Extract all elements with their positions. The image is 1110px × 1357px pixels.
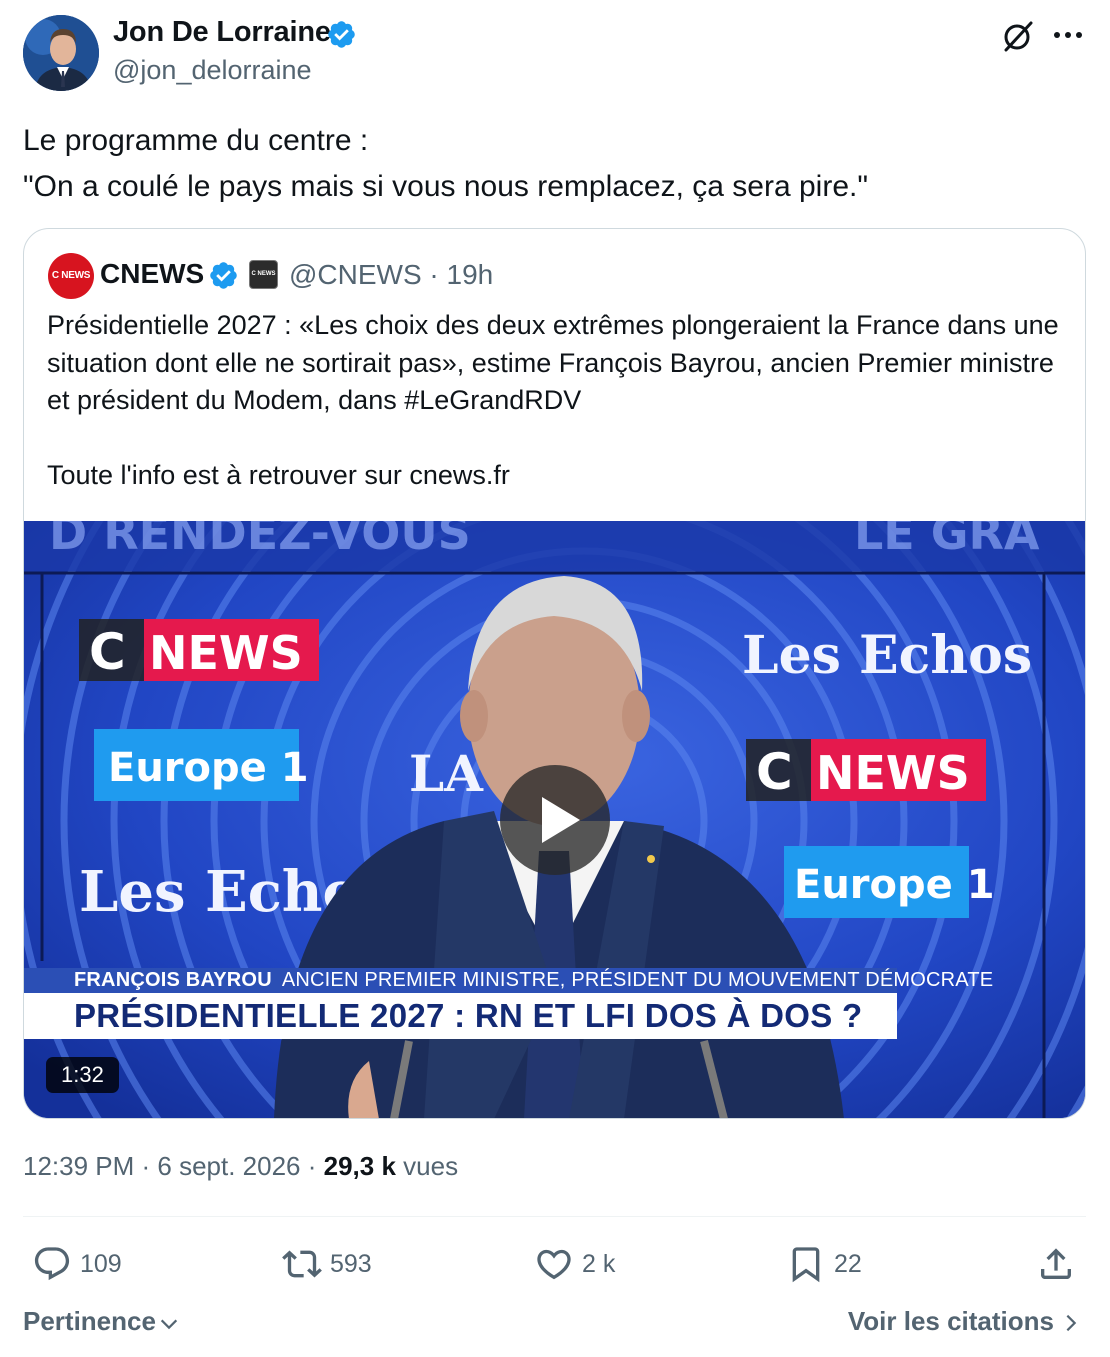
play-icon	[542, 797, 580, 843]
europe1-logo: Europe 1	[108, 745, 309, 791]
video-duration: 1:32	[46, 1057, 119, 1093]
quoted-text-paragraph: Toute l'info est à retrouver sur cnews.f…	[47, 459, 510, 490]
tweet-meta: 12:39 PM · 6 sept. 2026 · 29,3 k vues	[23, 1151, 458, 1182]
video-player[interactable]: D RENDEZ-VOUS LE GRA C NEWS Europe 1 Les…	[24, 521, 1085, 1118]
lesechos-logo: Les Echos	[742, 625, 1032, 686]
bookmark-icon	[792, 1247, 820, 1283]
quoted-tweet-text: Présidentielle 2027 : «Les choix des deu…	[47, 307, 1077, 494]
share-icon	[1041, 1248, 1071, 1279]
author-handle[interactable]: @jon_delorraine	[113, 55, 312, 86]
sort-dropdown[interactable]: Pertinence	[23, 1306, 180, 1337]
quoted-avatar-logo: C NEWS	[51, 270, 91, 281]
tweet-text: Le programme du centre : "On a coulé le …	[23, 124, 869, 203]
affiliate-badge-icon: C NEWS	[249, 260, 278, 289]
like-count: 2 k	[582, 1249, 616, 1278]
la-logo: LA	[409, 744, 484, 803]
quoted-author-avatar[interactable]: C NEWS	[48, 253, 94, 299]
chevron-down-icon	[160, 1319, 178, 1329]
verified-badge-icon	[210, 262, 237, 289]
europe1-logo: Europe 1	[794, 862, 995, 908]
author-name[interactable]: Jon De Lorraine	[113, 16, 331, 49]
repost-icon	[282, 1250, 322, 1278]
reply-count: 109	[80, 1249, 122, 1278]
grok-icon[interactable]	[1000, 18, 1036, 54]
quoted-author-name[interactable]: CNEWS	[100, 258, 204, 290]
chevron-right-icon	[1066, 1314, 1077, 1332]
like-icon	[537, 1249, 571, 1280]
cnews-logo-word: NEWS	[149, 626, 303, 680]
views-count: 29,3 k	[323, 1151, 396, 1181]
bookmark-button[interactable]: 22	[786, 1242, 862, 1286]
views-label: vues	[395, 1151, 459, 1181]
quoted-handle-time[interactable]: @CNEWS · 19h	[289, 259, 493, 291]
cnews-logo-c: C	[89, 623, 126, 681]
cnews-logo-word: NEWS	[816, 746, 970, 800]
author-avatar[interactable]	[23, 15, 99, 91]
reply-icon	[34, 1247, 70, 1281]
quoted-text-paragraph: Présidentielle 2027 : «Les choix des deu…	[47, 310, 1059, 415]
view-quotes-link[interactable]: Voir les citations	[848, 1306, 1082, 1337]
cnews-logo-c: C	[756, 743, 793, 801]
tweet-timestamp[interactable]: 12:39 PM · 6 sept. 2026 ·	[23, 1151, 324, 1181]
lower-third-role: ANCIEN PREMIER MINISTRE, PRÉSIDENT DU MO…	[281, 969, 994, 991]
repost-count: 593	[330, 1249, 372, 1278]
bookmark-count: 22	[834, 1249, 862, 1278]
like-button[interactable]: 2 k	[534, 1242, 615, 1286]
view-quotes-label: Voir les citations	[847, 1306, 1054, 1336]
studio-banner-left: D RENDEZ-VOUS	[49, 521, 471, 560]
lower-third-name: FRANÇOIS BAYROU	[74, 969, 272, 991]
studio-banner-right: LE GRA	[854, 521, 1040, 560]
lower-third-headline: PRÉSIDENTIELLE 2027 : RN ET LFI DOS À DO…	[24, 993, 897, 1039]
repost-button[interactable]: 593	[282, 1242, 372, 1286]
quoted-tweet-card[interactable]: C NEWS CNEWS C NEWS @CNEWS · 19h Préside…	[23, 228, 1086, 1119]
verified-badge-icon	[328, 21, 355, 48]
play-button[interactable]	[500, 765, 610, 875]
divider	[23, 1216, 1086, 1217]
lower-third-subtitle: FRANÇOIS BAYROU ANCIEN PREMIER MINISTRE, …	[24, 968, 993, 993]
share-button[interactable]	[1036, 1242, 1076, 1286]
sort-label: Pertinence	[23, 1306, 156, 1336]
more-icon[interactable]	[1052, 30, 1084, 40]
affiliate-badge-logo: C NEWS	[251, 271, 276, 277]
reply-button[interactable]: 109	[32, 1242, 122, 1286]
